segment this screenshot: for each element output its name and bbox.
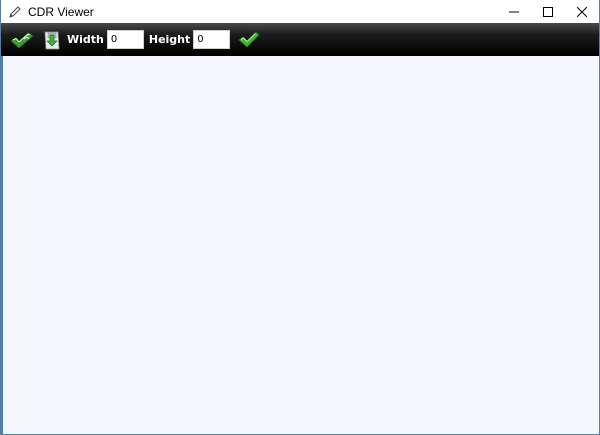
pen-icon	[7, 4, 23, 20]
title-bar[interactable]: CDR Viewer	[1, 0, 599, 23]
width-label: Width	[67, 33, 104, 46]
toolbar: Width Height	[1, 23, 599, 56]
canvas-area[interactable]	[1, 56, 599, 434]
close-icon	[577, 6, 587, 17]
window-controls	[497, 0, 599, 23]
maximize-icon	[543, 6, 553, 17]
window-title: CDR Viewer	[28, 4, 94, 19]
checkmark-open-icon	[10, 31, 34, 49]
save-button[interactable]	[42, 27, 62, 53]
save-disk-icon	[44, 31, 60, 49]
green-checkmark-icon	[238, 30, 260, 48]
height-input[interactable]	[193, 30, 231, 49]
height-label: Height	[148, 33, 191, 46]
maximize-button[interactable]	[531, 0, 565, 23]
minimize-icon	[509, 11, 519, 12]
close-button[interactable]	[565, 0, 599, 23]
open-button[interactable]	[10, 27, 34, 53]
minimize-button[interactable]	[497, 0, 531, 23]
apply-button[interactable]	[238, 27, 260, 53]
width-input[interactable]	[106, 30, 144, 49]
app-window: CDR Viewer Width 0 Height 0	[0, 0, 600, 435]
